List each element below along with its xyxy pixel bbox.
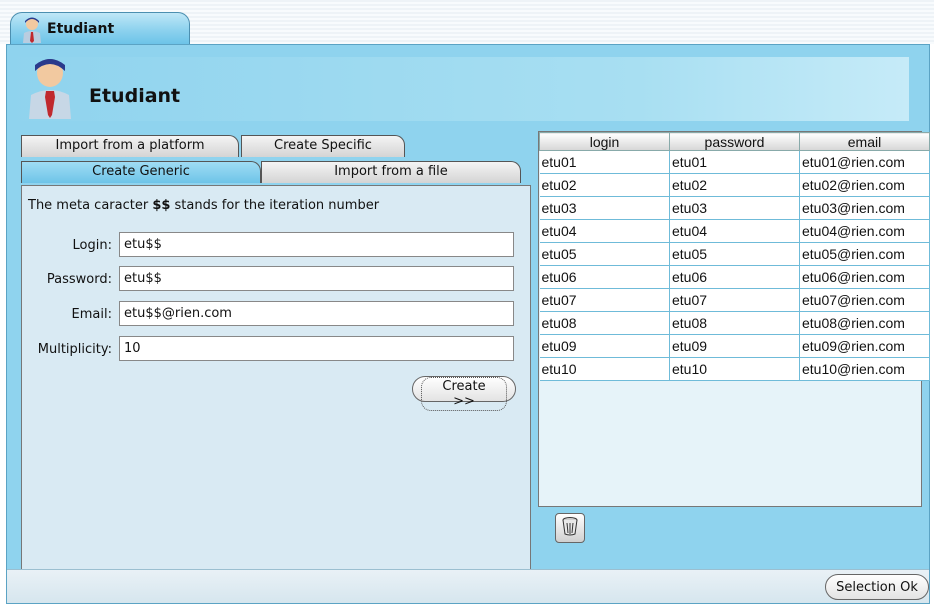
password-cell: etu09: [669, 334, 800, 358]
table-row[interactable]: etu04 etu04 etu04@rien.com: [539, 219, 930, 243]
password-cell: etu06: [669, 265, 800, 289]
login-cell: etu04: [539, 219, 670, 243]
table-row[interactable]: etu09 etu09 etu09@rien.com: [539, 334, 930, 358]
password-cell: etu01: [669, 150, 800, 174]
page-title: Etudiant: [89, 85, 181, 107]
bottom-action-bar: [7, 569, 929, 603]
login-cell: etu01: [539, 150, 670, 174]
table-row[interactable]: etu02 etu02 etu02@rien.com: [539, 173, 930, 197]
meta-character: $$: [152, 198, 171, 213]
email-label: Email:: [71, 307, 112, 322]
user-icon: [27, 57, 73, 123]
password-cell: etu08: [669, 311, 800, 335]
create-generic-form: The meta caracter $$ stands for the iter…: [21, 185, 531, 595]
tab-create-specific[interactable]: Create Specific: [241, 135, 405, 157]
tab-etudiant[interactable]: Etudiant: [10, 12, 190, 44]
login-cell: etu05: [539, 242, 670, 266]
password-cell: etu07: [669, 288, 800, 312]
login-cell: etu07: [539, 288, 670, 312]
accounts-table-panel: login password email etu01 etu01 etu01@rie…: [538, 131, 930, 507]
create-button[interactable]: Create >>: [412, 376, 516, 411]
column-header-password[interactable]: password: [669, 132, 800, 151]
table-row[interactable]: etu03 etu03 etu03@rien.com: [539, 196, 930, 220]
email-cell: etu03@rien.com: [799, 196, 930, 220]
email-cell: etu09@rien.com: [799, 334, 930, 358]
email-input[interactable]: [119, 301, 514, 326]
password-cell: etu03: [669, 196, 800, 220]
column-header-email[interactable]: email: [799, 132, 930, 151]
tab-etudiant-label: Etudiant: [47, 20, 115, 37]
email-cell: etu07@rien.com: [799, 288, 930, 312]
tab-import-from-file[interactable]: Import from a file: [261, 161, 521, 183]
password-input[interactable]: [119, 266, 514, 291]
login-cell: etu09: [539, 334, 670, 358]
password-cell: etu10: [669, 357, 800, 381]
multiplicity-input[interactable]: [119, 336, 514, 361]
login-input[interactable]: [119, 232, 514, 257]
email-cell: etu08@rien.com: [799, 311, 930, 335]
password-cell: etu04: [669, 219, 800, 243]
tab-create-generic[interactable]: Create Generic: [21, 161, 261, 183]
email-cell: etu10@rien.com: [799, 357, 930, 381]
accounts-table: login password email etu01 etu01 etu01@rie…: [539, 132, 930, 381]
table-row[interactable]: etu05 etu05 etu05@rien.com: [539, 242, 930, 266]
login-cell: etu06: [539, 265, 670, 289]
login-cell: etu08: [539, 311, 670, 335]
email-cell: etu05@rien.com: [799, 242, 930, 266]
selection-ok-button[interactable]: Selection Ok: [825, 574, 929, 600]
password-cell: etu05: [669, 242, 800, 266]
email-cell: etu01@rien.com: [799, 150, 930, 174]
email-cell: etu02@rien.com: [799, 173, 930, 197]
multiplicity-label: Multiplicity:: [37, 342, 112, 357]
create-button-label: Create >>: [421, 377, 507, 411]
password-cell: etu02: [669, 173, 800, 197]
password-label: Password:: [46, 272, 112, 287]
table-row[interactable]: etu08 etu08 etu08@rien.com: [539, 311, 930, 335]
table-body: etu01 etu01 etu01@rien.com etu02 etu02 etu02@…: [539, 150, 930, 381]
delete-button[interactable]: [555, 513, 585, 543]
table-row[interactable]: etu07 etu07 etu07@rien.com: [539, 288, 930, 312]
trash-icon: [561, 516, 579, 540]
table-header-row: login password email: [539, 132, 930, 151]
main-content-panel: Etudiant Import from a platform Create S…: [6, 44, 930, 604]
table-row[interactable]: etu10 etu10 etu10@rien.com: [539, 357, 930, 381]
login-cell: etu02: [539, 173, 670, 197]
tab-import-from-platform[interactable]: Import from a platform: [21, 135, 239, 157]
user-icon: [21, 17, 43, 47]
email-cell: etu06@rien.com: [799, 265, 930, 289]
table-row[interactable]: etu01 etu01 etu01@rien.com: [539, 150, 930, 174]
column-header-login[interactable]: login: [539, 132, 670, 151]
meta-character-hint: The meta caracter $$ stands for the iter…: [28, 198, 380, 213]
login-label: Login:: [72, 238, 112, 253]
login-cell: etu10: [539, 357, 670, 381]
login-cell: etu03: [539, 196, 670, 220]
email-cell: etu04@rien.com: [799, 219, 930, 243]
table-row[interactable]: etu06 etu06 etu06@rien.com: [539, 265, 930, 289]
